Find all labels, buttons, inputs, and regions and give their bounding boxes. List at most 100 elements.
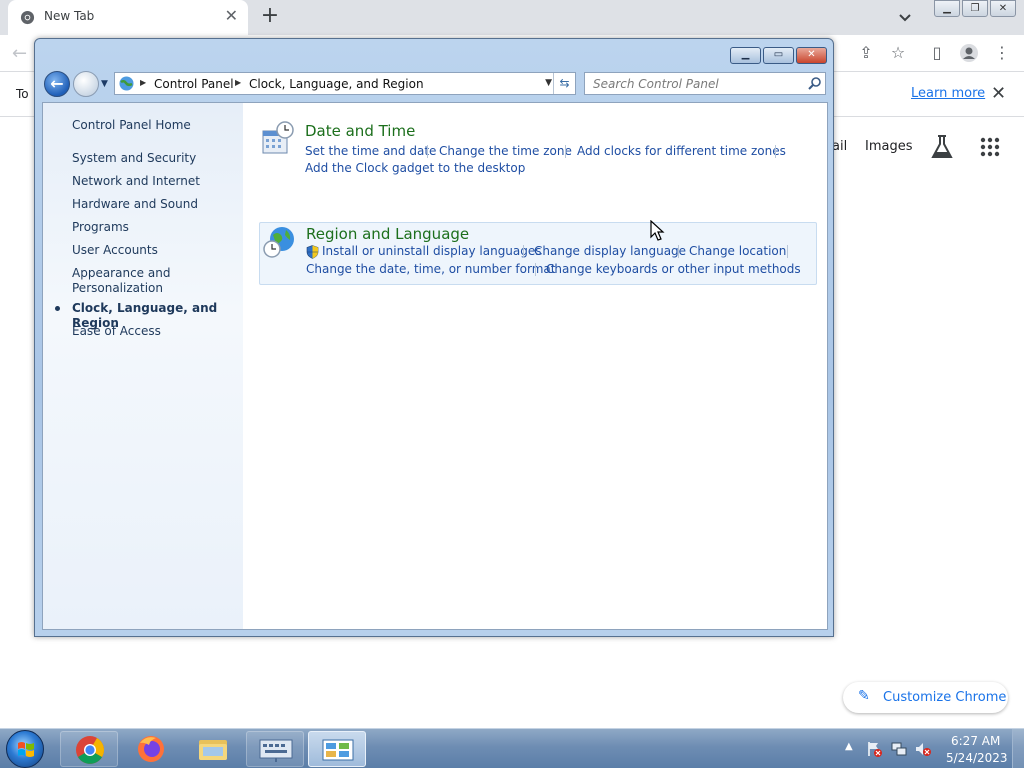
- control-panel-icon: [322, 739, 354, 761]
- breadcrumb-control-panel[interactable]: Control Panel: [154, 77, 234, 91]
- browser-menu-icon[interactable]: ⋮: [992, 43, 1012, 63]
- customize-chrome-label: Customize Chrome: [883, 690, 1007, 705]
- close-button[interactable]: ✕: [796, 47, 827, 64]
- change-date-format-link[interactable]: Change the date, time, or number format: [306, 262, 555, 276]
- sidebar-item-personalization[interactable]: Personalization: [72, 281, 163, 296]
- recent-pages-dropdown-icon[interactable]: ▼: [101, 79, 108, 89]
- refresh-icon[interactable]: ⇆: [553, 73, 575, 94]
- infobar-close-icon[interactable]: ✕: [991, 83, 1006, 104]
- sidebar-item-hardware-sound[interactable]: Hardware and Sound: [72, 197, 198, 212]
- share-icon[interactable]: ⇪: [856, 43, 876, 63]
- maximize-button[interactable]: ▭: [763, 47, 794, 64]
- set-time-date-link[interactable]: Set the time and date: [305, 144, 436, 158]
- infobar-text: To: [16, 87, 29, 101]
- firefox-icon: [138, 736, 164, 762]
- change-keyboards-link[interactable]: Change keyboards or other input methods: [546, 262, 801, 276]
- sidebar-item-appearance[interactable]: Appearance and: [72, 266, 170, 281]
- uac-shield-icon: [306, 245, 319, 259]
- mouse-cursor-icon: [650, 220, 665, 241]
- breadcrumb-clock-language-region[interactable]: Clock, Language, and Region: [249, 77, 424, 91]
- learn-more-link[interactable]: Learn more: [911, 86, 985, 101]
- tab-search-chevron-icon[interactable]: [896, 8, 914, 26]
- region-language-title[interactable]: Region and Language: [306, 225, 469, 243]
- window-caption-buttons: ▁ ▭ ✕: [728, 47, 827, 64]
- show-desktop-button[interactable]: [1012, 729, 1024, 768]
- category-date-time: Date and Time Set the time and date Chan…: [259, 118, 817, 176]
- search-icon[interactable]: [807, 76, 822, 91]
- taskbar: ▲ 6:27 AM 5/24/2023: [0, 728, 1024, 768]
- windows-logo-icon: [18, 742, 34, 757]
- gmail-link[interactable]: ail: [832, 139, 847, 154]
- images-link[interactable]: Images: [865, 139, 913, 154]
- search-placeholder: Search Control Panel: [593, 77, 719, 91]
- change-display-language-link[interactable]: Change display language: [534, 244, 686, 258]
- address-bar[interactable]: ▶ Control Panel ▶ Clock, Language, and R…: [114, 72, 576, 95]
- taskbar-keyboard-button[interactable]: [246, 731, 304, 767]
- add-clocks-link[interactable]: Add clocks for different time zones: [577, 144, 786, 158]
- pencil-icon: ✎: [858, 688, 870, 704]
- change-location-link[interactable]: Change location: [689, 244, 786, 258]
- browser-back-icon[interactable]: ←: [12, 43, 27, 64]
- side-panel-icon[interactable]: ▯: [927, 43, 947, 63]
- profile-avatar-icon[interactable]: [959, 43, 979, 63]
- chrome-icon: [76, 736, 104, 764]
- sidebar: Control Panel Home System and Security N…: [43, 103, 243, 629]
- start-button[interactable]: [6, 730, 44, 768]
- category-region-language: Region and Language Install or uninstall…: [259, 222, 817, 285]
- new-tab-button[interactable]: +: [258, 4, 282, 28]
- tab-title: New Tab: [44, 9, 95, 23]
- google-apps-icon[interactable]: [980, 137, 1000, 157]
- on-screen-keyboard-icon: [259, 739, 293, 762]
- browser-tabstrip: New Tab ✕ + ▁ ❐ ✕: [0, 0, 1024, 35]
- install-display-languages-link[interactable]: Install or uninstall display languages: [322, 244, 542, 258]
- current-page-bullet-icon: [55, 306, 60, 311]
- file-explorer-icon: [199, 740, 227, 760]
- taskbar-control-panel-button[interactable]: [308, 731, 366, 767]
- add-clock-gadget-link[interactable]: Add the Clock gadget to the desktop: [305, 161, 525, 175]
- tab-new-tab[interactable]: New Tab ✕: [8, 0, 248, 35]
- tab-close-icon[interactable]: ✕: [225, 7, 238, 25]
- globe-clock-icon[interactable]: [262, 225, 296, 259]
- address-dropdown-icon[interactable]: ▼: [545, 78, 552, 88]
- sidebar-item-programs[interactable]: Programs: [72, 220, 129, 235]
- volume-muted-icon[interactable]: [914, 740, 932, 758]
- browser-restore-button[interactable]: ❐: [962, 0, 988, 17]
- sidebar-item-user-accounts[interactable]: User Accounts: [72, 243, 158, 258]
- sidebar-item-system-security[interactable]: System and Security: [72, 151, 196, 166]
- network-icon[interactable]: [890, 740, 908, 758]
- bookmark-star-icon[interactable]: ☆: [888, 43, 908, 63]
- minimize-button[interactable]: ▁: [730, 47, 761, 64]
- customize-chrome-button[interactable]: ✎ Customize Chrome: [843, 682, 1008, 713]
- link-separator: [523, 245, 524, 258]
- show-hidden-icons-icon[interactable]: ▲: [845, 741, 853, 752]
- chrome-favicon-icon: [20, 10, 35, 25]
- labs-flask-icon[interactable]: [930, 134, 954, 160]
- taskbar-explorer-button[interactable]: [184, 731, 242, 767]
- sidebar-item-home[interactable]: Control Panel Home: [72, 118, 191, 133]
- breadcrumb-arrow-icon[interactable]: ▶: [140, 78, 146, 87]
- browser-window-controls: ▁ ❐ ✕: [932, 0, 1016, 17]
- search-input[interactable]: Search Control Panel: [584, 72, 826, 95]
- clock-time[interactable]: 6:27 AM: [951, 734, 1000, 748]
- taskbar-chrome-button[interactable]: [60, 731, 118, 767]
- change-time-zone-link[interactable]: Change the time zone: [439, 144, 572, 158]
- calendar-clock-icon[interactable]: [261, 121, 295, 155]
- link-separator: [427, 145, 428, 158]
- browser-minimize-button[interactable]: ▁: [934, 0, 960, 17]
- control-panel-window: ▁ ▭ ✕ ← ▼ ▶ Control Panel ▶ Clock, Langu…: [34, 38, 834, 637]
- control-panel-globe-icon: [119, 76, 134, 91]
- breadcrumb-arrow-icon[interactable]: ▶: [235, 78, 241, 87]
- link-separator: [787, 245, 788, 258]
- action-center-flag-icon[interactable]: [865, 740, 883, 758]
- taskbar-firefox-button[interactable]: [122, 731, 180, 767]
- sidebar-item-network-internet[interactable]: Network and Internet: [72, 174, 200, 189]
- forward-button[interactable]: [73, 71, 99, 97]
- control-panel-content: Control Panel Home System and Security N…: [42, 102, 828, 630]
- browser-close-button[interactable]: ✕: [990, 0, 1016, 17]
- link-separator: [678, 245, 679, 258]
- date-time-title[interactable]: Date and Time: [305, 122, 415, 140]
- back-button[interactable]: ←: [44, 71, 70, 97]
- clock-date[interactable]: 5/24/2023: [946, 751, 1008, 765]
- link-separator: [565, 145, 566, 158]
- sidebar-item-ease-of-access[interactable]: Ease of Access: [72, 324, 161, 339]
